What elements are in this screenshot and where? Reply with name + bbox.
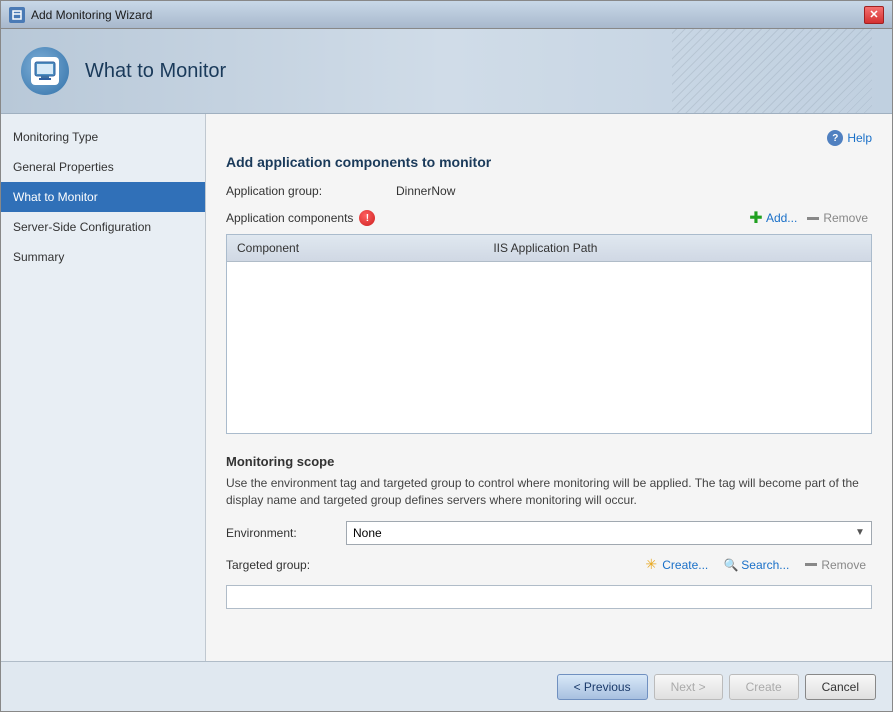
targeted-controls: ✳ Create... 🔍 Search... Remove xyxy=(346,555,872,575)
remove-targeted-label: Remove xyxy=(821,558,866,572)
remove-targeted-button[interactable]: Remove xyxy=(799,556,872,574)
header-title: What to Monitor xyxy=(85,60,226,83)
components-table-container[interactable]: Component IIS Application Path xyxy=(226,234,872,434)
section-title: Add application components to monitor xyxy=(226,154,872,170)
table-header-row: Component IIS Application Path xyxy=(227,235,871,262)
scope-description: Use the environment tag and targeted gro… xyxy=(226,475,872,509)
remove-icon xyxy=(807,217,819,220)
help-label: Help xyxy=(847,131,872,145)
sidebar-item-server-side-configuration[interactable]: Server-Side Configuration xyxy=(1,212,205,242)
header-icon xyxy=(21,47,69,95)
add-plus-icon: ✚ xyxy=(748,210,764,226)
main-content: ? Help Add application components to mon… xyxy=(206,114,892,661)
content-area: Monitoring Type General Properties What … xyxy=(1,114,892,661)
environment-row: Environment: None Production Staging Dev… xyxy=(226,521,872,545)
application-group-row: Application group: DinnerNow xyxy=(226,184,872,198)
application-group-label: Application group: xyxy=(226,184,396,198)
header-decoration xyxy=(672,29,872,113)
previous-button[interactable]: < Previous xyxy=(557,674,648,700)
create-icon: ✳ xyxy=(643,557,659,573)
title-bar: Add Monitoring Wizard ✕ xyxy=(1,1,892,29)
add-button[interactable]: ✚ Add... xyxy=(744,208,801,228)
sidebar-item-general-properties[interactable]: General Properties xyxy=(1,152,205,182)
create-label: Create... xyxy=(662,558,708,572)
cancel-button[interactable]: Cancel xyxy=(805,674,876,700)
monitoring-scope-section: Monitoring scope Use the environment tag… xyxy=(226,454,872,609)
sidebar: Monitoring Type General Properties What … xyxy=(1,114,206,661)
column-component: Component xyxy=(227,235,483,262)
error-icon: ! xyxy=(359,210,375,226)
sidebar-item-monitoring-type[interactable]: Monitoring Type xyxy=(1,122,205,152)
close-button[interactable]: ✕ xyxy=(864,6,884,24)
footer: < Previous Next > Create Cancel xyxy=(1,661,892,711)
search-label: Search... xyxy=(741,558,789,572)
components-table: Component IIS Application Path xyxy=(227,235,871,262)
search-button[interactable]: 🔍 Search... xyxy=(718,556,795,574)
targeted-group-row: Targeted group: ✳ Create... 🔍 Search... xyxy=(226,555,872,575)
toolbar-right: ✚ Add... Remove xyxy=(744,208,872,228)
add-label: Add... xyxy=(766,211,797,225)
application-group-value: DinnerNow xyxy=(396,184,455,198)
environment-select[interactable]: None Production Staging Development xyxy=(346,521,872,545)
title-bar-icon xyxy=(9,7,25,23)
environment-select-wrapper: None Production Staging Development ▼ xyxy=(346,521,872,545)
help-link[interactable]: ? Help xyxy=(827,130,872,146)
header-icon-inner xyxy=(31,57,59,85)
application-components-label: Application components ! xyxy=(226,210,744,226)
next-button[interactable]: Next > xyxy=(654,674,723,700)
application-components-header: Application components ! ✚ Add... Remove xyxy=(226,208,872,228)
scope-title: Monitoring scope xyxy=(226,454,872,469)
remove-button[interactable]: Remove xyxy=(803,209,872,227)
remove-label: Remove xyxy=(823,211,868,225)
wizard-window: Add Monitoring Wizard ✕ What to Monitor … xyxy=(0,0,893,712)
help-row: ? Help xyxy=(226,130,872,146)
title-bar-text: Add Monitoring Wizard xyxy=(31,8,864,22)
environment-label: Environment: xyxy=(226,526,346,540)
targeted-group-label: Targeted group: xyxy=(226,558,346,572)
search-icon: 🔍 xyxy=(724,558,738,572)
help-icon: ? xyxy=(827,130,843,146)
remove-targeted-icon xyxy=(805,563,817,566)
header-banner: What to Monitor xyxy=(1,29,892,114)
targeted-input-area[interactable] xyxy=(226,585,872,609)
create-button[interactable]: Create xyxy=(729,674,799,700)
column-iis-path: IIS Application Path xyxy=(483,235,871,262)
sidebar-item-summary[interactable]: Summary xyxy=(1,242,205,272)
create-button[interactable]: ✳ Create... xyxy=(637,555,714,575)
sidebar-item-what-to-monitor[interactable]: What to Monitor xyxy=(1,182,205,212)
